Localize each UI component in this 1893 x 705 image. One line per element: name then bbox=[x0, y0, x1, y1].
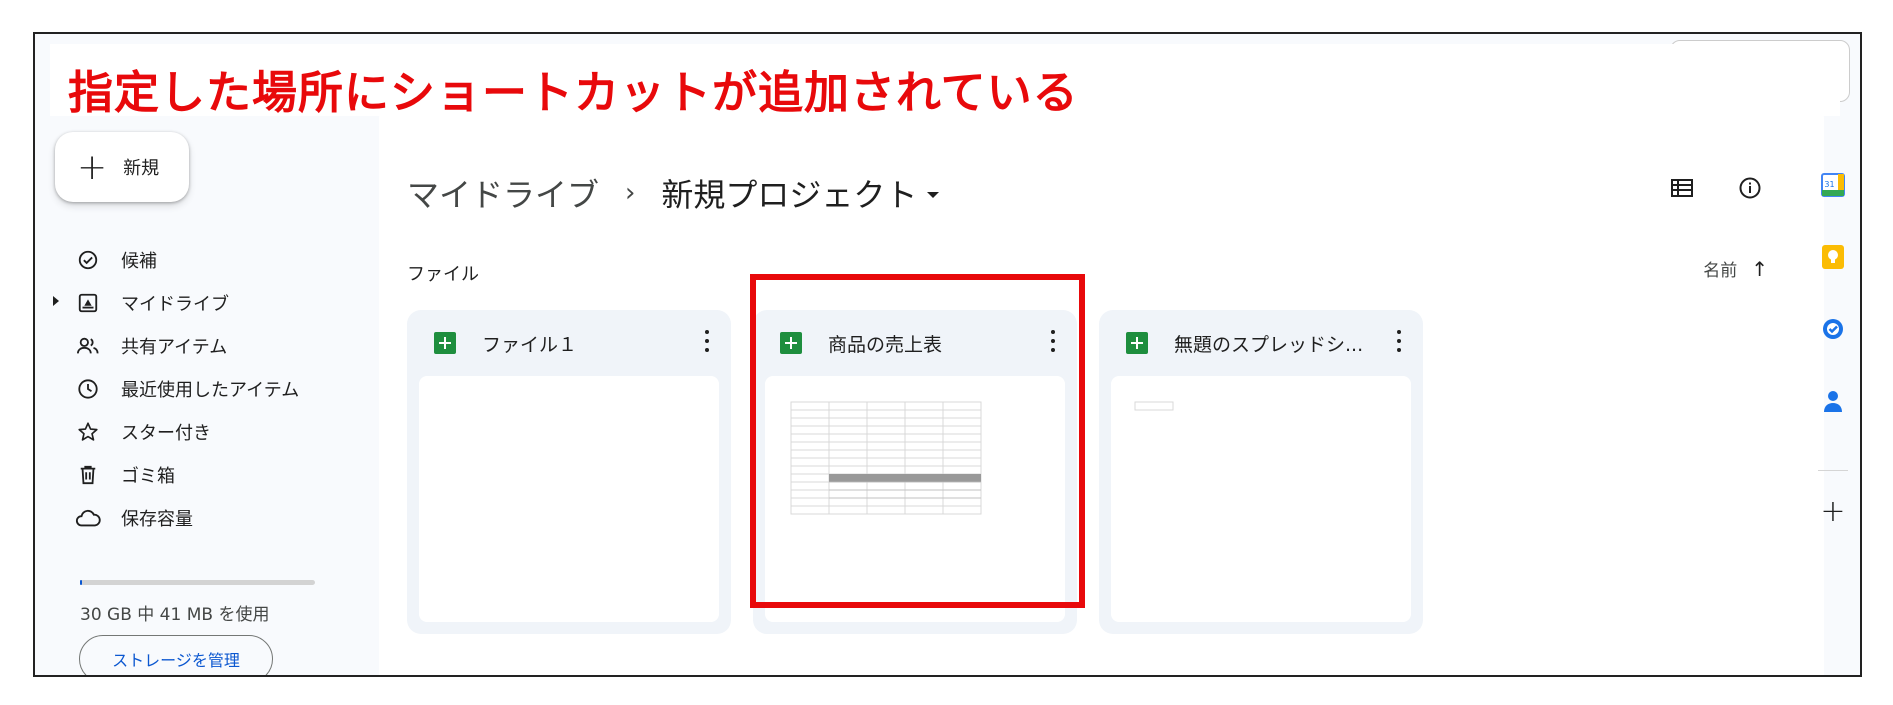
my-drive-icon bbox=[75, 290, 101, 316]
main-content: マイドライブ › 新規プロジェクト ファイル 名前 ↑ ファイル１ 商品の売上表… bbox=[379, 102, 1824, 675]
side-panel-rail: 31 + bbox=[1818, 102, 1860, 675]
file-thumbnail bbox=[1111, 376, 1411, 622]
breadcrumb-root[interactable]: マイドライブ bbox=[407, 170, 599, 216]
sort-label: 名前 bbox=[1703, 261, 1738, 281]
expand-caret-icon[interactable] bbox=[53, 296, 59, 306]
storage-meter bbox=[80, 580, 315, 585]
sidebar-item-label: 共有アイテム bbox=[121, 336, 228, 358]
plus-icon: + bbox=[77, 146, 108, 188]
blank-sheet-preview bbox=[1134, 401, 1174, 411]
sidebar-item-label: 保存容量 bbox=[121, 508, 193, 530]
check-circle-icon bbox=[75, 247, 101, 273]
sidebar-nav: 候補 マイドライブ 共有アイテム 最近使用したアイテム スター付き ゴミ箱 保存… bbox=[49, 238, 369, 539]
spreadsheet-icon bbox=[1126, 332, 1148, 354]
list-view-icon[interactable] bbox=[1668, 174, 1696, 202]
manage-storage-button[interactable]: ストレージを管理 bbox=[79, 635, 273, 675]
sidebar: + 新規 候補 マイドライブ 共有アイテム 最近使用したアイテム スター付き ゴ… bbox=[35, 102, 379, 675]
storage-usage-text: 30 GB 中 41 MB を使用 bbox=[80, 605, 270, 625]
chevron-down-icon[interactable] bbox=[927, 192, 940, 198]
calendar-icon[interactable]: 31 bbox=[1820, 172, 1846, 198]
sidebar-item-starred[interactable]: スター付き bbox=[49, 410, 369, 453]
sidebar-item-label: 候補 bbox=[121, 250, 157, 272]
sort-direction-icon[interactable]: ↑ bbox=[1751, 257, 1768, 281]
contacts-icon[interactable] bbox=[1820, 388, 1846, 414]
rail-divider bbox=[1818, 470, 1848, 471]
sidebar-item-recent[interactable]: 最近使用したアイテム bbox=[49, 367, 369, 410]
more-options-icon[interactable] bbox=[1397, 330, 1401, 352]
sidebar-item-my-drive[interactable]: マイドライブ bbox=[49, 281, 369, 324]
file-card-header: 無題のスプレッドシ... bbox=[1099, 310, 1423, 376]
keep-icon[interactable] bbox=[1820, 244, 1846, 270]
sidebar-item-trash[interactable]: ゴミ箱 bbox=[49, 453, 369, 496]
sidebar-item-label: ゴミ箱 bbox=[121, 465, 175, 487]
file-card[interactable]: ファイル１ bbox=[407, 310, 731, 634]
cloud-icon bbox=[75, 505, 101, 531]
highlight-box bbox=[750, 274, 1085, 608]
add-icon[interactable]: + bbox=[1820, 494, 1846, 529]
breadcrumb: マイドライブ › 新規プロジェクト bbox=[407, 170, 940, 216]
annotation-banner: 指定した場所にショートカットが追加されている bbox=[50, 44, 1840, 119]
annotation-text: 指定した場所にショートカットが追加されている bbox=[68, 66, 1079, 119]
file-name: ファイル１ bbox=[482, 333, 578, 356]
calendar-day: 31 bbox=[1824, 180, 1834, 189]
new-button-label: 新規 bbox=[123, 158, 160, 179]
file-name: 無題のスプレッドシ... bbox=[1174, 333, 1364, 356]
file-thumbnail bbox=[419, 376, 719, 622]
breadcrumb-current[interactable]: 新規プロジェクト bbox=[661, 170, 917, 216]
tasks-icon[interactable] bbox=[1820, 316, 1846, 342]
file-card[interactable]: 無題のスプレッドシ... bbox=[1099, 310, 1423, 634]
sidebar-item-label: スター付き bbox=[121, 422, 211, 444]
files-section-label: ファイル bbox=[407, 264, 479, 285]
sort-control[interactable]: 名前 ↑ bbox=[1703, 256, 1768, 282]
more-options-icon[interactable] bbox=[705, 330, 709, 352]
star-icon bbox=[75, 419, 101, 445]
breadcrumb-separator-icon: › bbox=[625, 178, 636, 208]
spreadsheet-icon bbox=[434, 332, 456, 354]
sidebar-item-label: マイドライブ bbox=[121, 293, 229, 315]
sidebar-item-label: 最近使用したアイテム bbox=[121, 379, 300, 401]
storage-meter-fill bbox=[80, 580, 83, 585]
new-button[interactable]: + 新規 bbox=[55, 132, 189, 202]
sidebar-item-storage[interactable]: 保存容量 bbox=[49, 496, 369, 539]
people-icon bbox=[75, 333, 101, 359]
clock-icon bbox=[75, 376, 101, 402]
trash-icon bbox=[75, 462, 101, 488]
file-card-header: ファイル１ bbox=[407, 310, 731, 376]
view-controls bbox=[1668, 174, 1764, 202]
sidebar-item-suggestions[interactable]: 候補 bbox=[49, 238, 369, 281]
sidebar-item-shared[interactable]: 共有アイテム bbox=[49, 324, 369, 367]
info-icon[interactable] bbox=[1736, 174, 1764, 202]
